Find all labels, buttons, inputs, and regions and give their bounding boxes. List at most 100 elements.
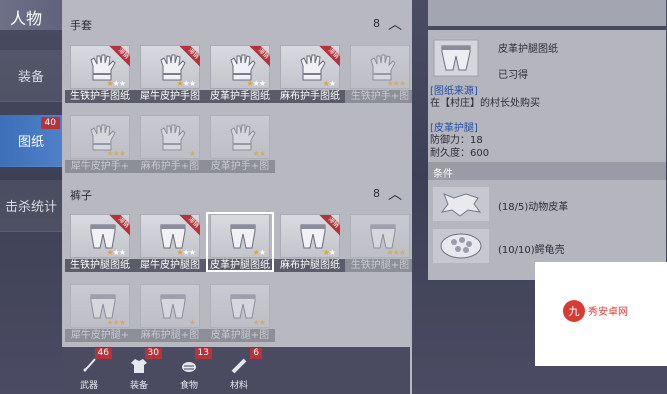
blueprint-card: ★★ [210,115,270,159]
tab-equipment[interactable]: 装备 [0,50,62,102]
blueprint-cell[interactable]: ★★★ 犀牛皮护手+ [65,115,135,173]
svg-text:秀安卓网: 秀安卓网 [588,305,628,318]
blueprint-cell[interactable]: 滞销 ★★ 麻布护腿图纸 [275,214,345,272]
tab-blueprints[interactable]: 图纸 40 [0,115,62,167]
blueprint-cell[interactable]: 滞销 ★★★ 犀牛皮护手图 [135,45,205,103]
blueprint-card: ★★★ [350,45,410,89]
leather-leggings-icon [433,39,479,77]
glove-icon [230,124,256,151]
blueprint-cell[interactable]: 滞销 ★★★ 生铁护手图纸 [65,45,135,103]
blueprint-cell[interactable]: 滞销 ★★★ 皮革护手图纸 [205,45,275,103]
section-header-pants[interactable]: 裤子 8 ︿ [62,184,412,204]
svg-text:九: 九 [569,305,580,318]
rating-stars: ★★★ [246,79,266,88]
section-header-gloves[interactable]: 手套 8 ︿ [62,14,412,34]
blueprint-list[interactable]: 手套 8 ︿ 滞销 ★★★ 生铁护手图纸 滞销 ★★★ 犀牛皮护手图 滞销 ★★★ 皮革护手图纸… [62,0,412,350]
tag-text: 滞销 [108,215,130,237]
turtle-shell-icon [433,229,489,263]
blueprint-card: 滞销 ★★★ [140,45,200,89]
blueprint-cell[interactable]: ★★★ 生铁护手+图 [345,45,412,103]
tag-text: 滞销 [108,46,130,68]
detail-top-strip [428,0,666,26]
chevron-up-icon: ︿ [388,187,402,203]
rating-stars: ★★★ [176,248,196,257]
rating-stars: ★★★ [106,149,126,158]
blueprint-cell[interactable]: ★★ 皮革护手+图 [205,115,275,173]
tag-ribbon: 滞销 [178,46,200,68]
blueprint-card: ★ [140,284,200,328]
blueprint-cell[interactable]: ★★ 皮革护腿+图 [205,284,275,342]
star-icon: ★ [258,79,266,88]
blueprint-label: 皮革护腿+图 [205,329,275,342]
tag-ribbon: 滞销 [318,46,340,68]
blueprint-card: ★★★ [70,115,130,159]
blueprint-label: 生铁护手+图 [345,90,412,103]
chevron-up-icon: ︿ [388,17,402,33]
glove-icon [90,124,116,151]
section-name: 手套 [70,19,92,32]
blueprint-card: 滞销 ★★★ [70,45,130,89]
blueprint-label: 生铁护手图纸 [65,90,135,103]
section-name: 裤子 [70,189,92,202]
star-icon: ★ [328,248,336,257]
star-icon: ★ [188,79,196,88]
bottom-category-bar: 武器 46 装备 30 食物 13 材料 6 [62,347,410,394]
star-icon: ★ [258,318,266,327]
star-icon: ★ [118,248,126,257]
bottom-tab-label: 材料 [229,381,248,391]
detail-status: 已习得 [498,70,528,81]
watermark-logo: 九 秀安卓网 [563,300,628,322]
blueprint-label: 皮革护手+图 [205,160,275,173]
blueprint-cell[interactable]: ★★★ 犀牛皮护腿+ [65,284,135,342]
rating-stars: ★★★ [106,318,126,327]
bottom-tab-badge: 46 [94,348,112,359]
tab-kill-stats[interactable]: 击杀统计 [0,180,62,232]
bottom-tab-food[interactable]: 食物 13 [172,348,212,391]
rating-stars: ★★ [323,79,336,88]
tag-text: 滞销 [318,46,340,68]
blueprint-label: 生铁护腿图纸 [65,259,135,272]
animal-hide-icon [433,187,489,221]
rating-stars: ★★★ [106,248,126,257]
leggings-icon [90,294,116,319]
star-icon: ★ [118,149,126,158]
blueprint-card: 滞销 ★★★ [210,45,270,89]
blueprint-cell[interactable]: 滞销 ★★ 麻布护手图纸 [275,45,345,103]
blueprint-label: 犀牛皮护腿+ [65,329,135,342]
blueprint-label: 犀牛皮护手图 [135,90,205,103]
bottom-tab-badge: 6 [250,348,262,359]
blueprint-card: ★★★ [70,284,130,328]
tab-label: 装备 [17,70,44,85]
bottom-tab-equipment[interactable]: 装备 30 [122,348,162,391]
blueprint-cell[interactable]: 滞销 ★★★ 犀牛皮护腿图 [135,214,205,272]
rating-stars: ★★ [253,149,266,158]
bottom-tab-badge: 13 [194,348,212,359]
blueprint-cell[interactable]: ★ 麻布护腿+图 [135,284,205,342]
star-icon: ★ [188,149,196,158]
blueprint-label: 皮革护手图纸 [205,90,275,103]
tag-text: 滞销 [318,215,340,237]
blueprint-label: 犀牛皮护腿图 [135,259,205,272]
star-icon: ★ [188,248,196,257]
page-title: 人物 [10,9,43,28]
blueprint-card: ★★ [210,284,270,328]
bottom-tab-weapons[interactable]: 武器 46 [72,348,112,391]
bottom-tab-materials[interactable]: 材料 6 [222,348,262,391]
blueprint-cell[interactable]: 滞销 ★★★ 生铁护腿图纸 [65,214,135,272]
tag-ribbon: 滞销 [108,46,130,68]
tab-label: 图纸 [17,135,44,150]
blueprint-cell[interactable]: ★ 麻布护手+图 [135,115,205,173]
rating-stars: ★★★ [176,79,196,88]
wood-icon [231,358,247,374]
section-count: 8 [373,187,380,200]
leggings-icon [370,224,396,249]
blueprint-label: 麻布护腿+图 [135,329,205,342]
section-count: 8 [373,17,380,30]
blueprint-panel: 手套 8 ︿ 滞销 ★★★ 生铁护手图纸 滞销 ★★★ 犀牛皮护手图 滞销 ★★★ 皮革护手图纸… [62,0,412,394]
blueprint-card: ★★★ [350,214,410,258]
star-icon: ★ [188,318,196,327]
tab-badge: 40 [40,117,60,129]
rating-stars: ★★★ [386,79,406,88]
blueprint-cell[interactable]: ★★★ 生铁护腿+图 [345,214,412,272]
star-icon: ★ [398,79,406,88]
